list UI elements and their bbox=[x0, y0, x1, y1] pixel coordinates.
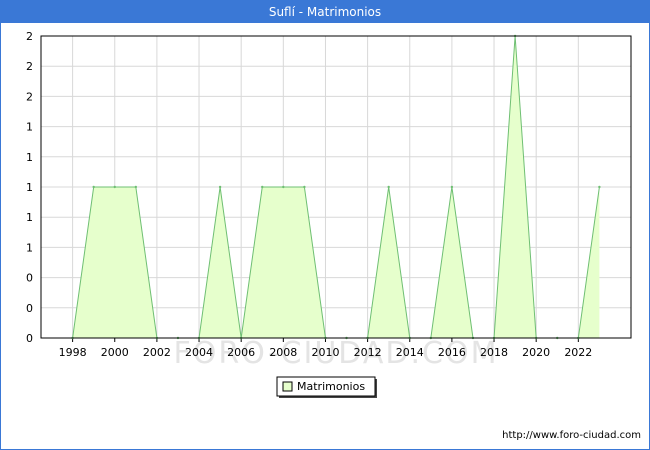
x-tick-label: 2016 bbox=[438, 346, 466, 359]
x-tick-label: 2004 bbox=[185, 346, 213, 359]
x-tick-label: 2006 bbox=[227, 346, 255, 359]
data-point bbox=[303, 185, 306, 189]
source-url[interactable]: http://www.foro-ciudad.com bbox=[502, 430, 641, 441]
x-tick-label: 2008 bbox=[269, 346, 297, 359]
y-tick-label: 1 bbox=[26, 241, 33, 254]
legend-swatch bbox=[282, 381, 293, 392]
data-point bbox=[450, 185, 454, 189]
data-point bbox=[261, 185, 264, 189]
y-tick-label: 1 bbox=[26, 181, 33, 194]
chart-window: Suflí - Matrimonios FORO-CIUDAD.COM 0 0 0 1 1… bbox=[0, 0, 650, 450]
data-point bbox=[113, 185, 116, 189]
y-tick-label: 1 bbox=[26, 211, 33, 224]
x-tick-label: 2022 bbox=[564, 346, 592, 359]
data-point bbox=[282, 185, 285, 189]
data-point bbox=[92, 185, 95, 189]
x-tick-label: 2018 bbox=[480, 346, 508, 359]
x-tick-label: 2020 bbox=[522, 346, 550, 359]
y-tick-label: 2 bbox=[26, 60, 33, 73]
x-tick-label: 2002 bbox=[143, 346, 171, 359]
data-point bbox=[387, 185, 390, 189]
x-tick-label: 2012 bbox=[354, 346, 382, 359]
data-point bbox=[218, 185, 222, 189]
legend-label: Matrimonios bbox=[297, 380, 365, 393]
y-tick-label: 1 bbox=[26, 151, 33, 164]
y-tick-label: 1 bbox=[26, 121, 33, 134]
x-tick-label: 2000 bbox=[101, 346, 129, 359]
y-tick-label: 2 bbox=[26, 30, 33, 43]
data-point bbox=[134, 185, 138, 189]
data-point bbox=[598, 185, 601, 189]
y-tick-label: 0 bbox=[26, 302, 33, 315]
y-tick-label: 0 bbox=[26, 272, 33, 285]
x-tick-label: 2014 bbox=[396, 346, 424, 359]
chart-canvas: FORO-CIUDAD.COM000111112221998 2000 2002 20… bbox=[26, 30, 632, 398]
x-tick-label: 1998 bbox=[59, 346, 87, 359]
x-tick-label: 2010 bbox=[311, 346, 339, 359]
y-tick-label: 0 bbox=[26, 332, 33, 345]
y-tick-label: 2 bbox=[26, 90, 33, 103]
